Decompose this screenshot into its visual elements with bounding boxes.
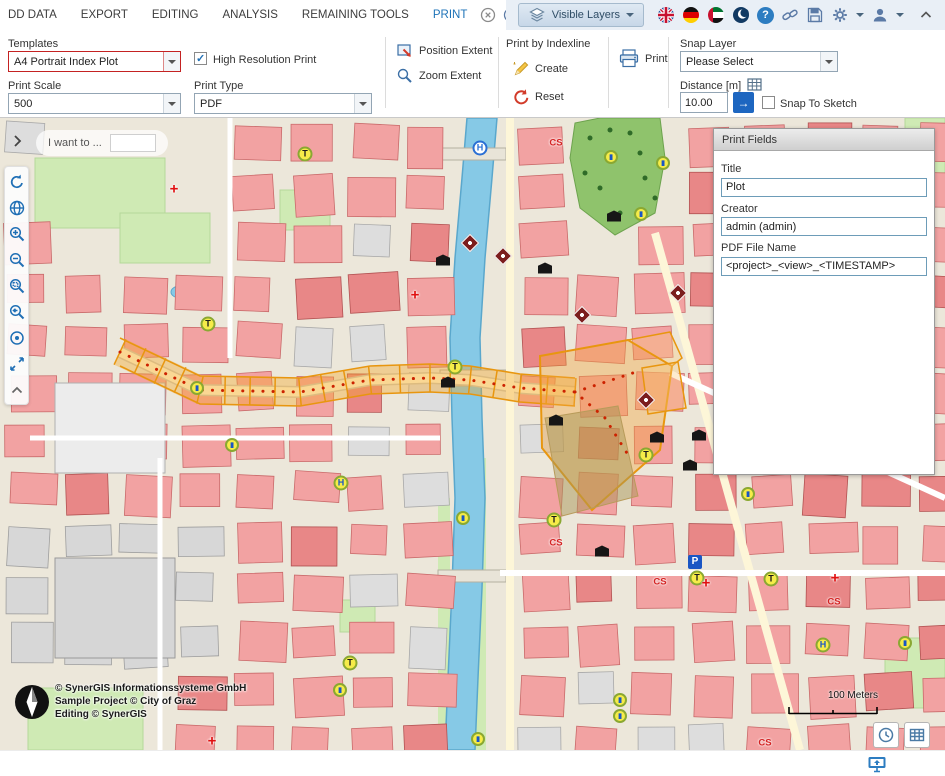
tab-remaining-tools[interactable]: REMAINING TOOLS — [302, 9, 409, 21]
user-icon[interactable] — [871, 6, 889, 24]
title-input[interactable] — [721, 178, 927, 197]
full-extent-icon[interactable] — [7, 354, 26, 373]
user-caret-icon — [896, 13, 904, 21]
gear-icon[interactable] — [831, 6, 849, 24]
scale-bar-label: 100 Meters — [788, 690, 878, 701]
snap-layer-label: Snap Layer — [680, 38, 736, 50]
visible-layers-label: Visible Layers — [552, 9, 620, 21]
position-extent-icon — [396, 42, 414, 60]
print-type-select-arrow[interactable] — [354, 94, 371, 113]
topbar-right-cluster: Visible Layers ? — [506, 0, 945, 30]
high-resolution-label: High Resolution Print — [213, 54, 316, 66]
compass-icon[interactable] — [13, 683, 51, 721]
pdf-file-name-input[interactable] — [721, 257, 927, 276]
zoom-in-icon[interactable] — [7, 224, 26, 243]
arrow-right-icon: → — [738, 96, 750, 110]
zoom-previous-icon[interactable] — [7, 302, 26, 321]
distance-label: Distance [m] — [680, 80, 741, 92]
reset-icon — [512, 88, 530, 106]
zoom-out-icon[interactable] — [7, 250, 26, 269]
create-sketch-icon — [512, 60, 530, 78]
pdf-file-name-label: PDF File Name — [721, 242, 927, 254]
help-icon[interactable]: ? — [757, 7, 774, 24]
snap-layer-select-arrow[interactable] — [820, 52, 837, 71]
map-attribution: © SynerGIS Informationssysteme GmbH Samp… — [55, 682, 246, 721]
bottom-strip — [0, 750, 945, 776]
ribbon-divider — [498, 37, 499, 108]
snap-to-sketch-label: Snap To Sketch — [780, 98, 857, 110]
ribbon-divider — [385, 37, 386, 108]
chevron-right-icon — [8, 132, 26, 150]
print-ribbon: Templates A4 Portrait Index Plot Print S… — [0, 30, 945, 118]
gear-caret-icon — [856, 13, 864, 21]
map-corner-buttons — [873, 722, 930, 748]
tab-dd-data[interactable]: DD DATA — [8, 9, 57, 21]
flag-uae-icon[interactable] — [707, 6, 725, 24]
print-type-select[interactable]: PDF — [194, 93, 372, 114]
print-fields-header[interactable]: Print Fields — [714, 129, 934, 151]
creator-input[interactable] — [721, 217, 927, 236]
print-scale-select-arrow[interactable] — [163, 94, 180, 113]
dark-mode-moon-icon[interactable] — [732, 6, 750, 24]
print-scale-select[interactable]: 500 — [8, 93, 181, 114]
collapse-ribbon-icon[interactable] — [917, 6, 935, 24]
templates-select-arrow[interactable] — [163, 52, 180, 71]
creator-label: Creator — [721, 203, 927, 215]
print-by-indexline-label: Print by Indexline — [506, 38, 590, 50]
zoom-extent-icon — [396, 67, 414, 85]
scale-bar: 100 Meters — [788, 690, 878, 720]
create-indexline-button[interactable]: Create — [512, 60, 568, 78]
distance-grid-icon[interactable] — [747, 78, 762, 93]
attribute-table-button[interactable] — [904, 722, 930, 748]
print-fields-panel: Print Fields Title Creator PDF File Name — [713, 128, 935, 475]
collapse-toolbar-icon[interactable] — [7, 380, 26, 399]
tab-analysis[interactable]: ANALYSIS — [223, 9, 278, 21]
refresh-icon[interactable] — [7, 172, 26, 191]
print-button[interactable]: Print — [618, 48, 668, 70]
top-menubar: DD DATA EXPORT EDITING ANALYSIS REMAINING TO… — [0, 0, 945, 30]
map-toolbar — [4, 166, 29, 405]
menu-tabs: DD DATA EXPORT EDITING ANALYSIS REMAINING TO… — [0, 9, 467, 21]
layers-icon — [528, 6, 546, 24]
print-scale-label: Print Scale — [8, 80, 61, 92]
link-icon[interactable] — [781, 6, 799, 24]
flag-germany-icon[interactable] — [682, 6, 700, 24]
i-want-to-widget[interactable]: I want to ... — [36, 130, 168, 156]
globe-icon[interactable] — [7, 198, 26, 217]
tab-export[interactable]: EXPORT — [81, 9, 128, 21]
save-icon[interactable] — [806, 6, 824, 24]
snap-layer-select[interactable]: Please Select — [680, 51, 838, 72]
close-tab-icon[interactable] — [479, 6, 497, 24]
time-slider-button[interactable] — [873, 722, 899, 748]
visible-layers-button[interactable]: Visible Layers — [518, 3, 644, 27]
ribbon-divider — [608, 37, 609, 108]
i-want-to-label: I want to ... — [48, 137, 102, 149]
i-want-to-input[interactable] — [110, 134, 156, 152]
tab-print[interactable]: PRINT — [433, 9, 468, 21]
snap-to-sketch-checkbox[interactable] — [762, 96, 775, 109]
high-resolution-checkbox[interactable] — [194, 52, 207, 65]
map-container: TTTTTTTTHHH▮▮▮▮▮▮▮▮▮▮▮▮+++++PCSCSCSCSCS … — [0, 118, 945, 750]
zoom-window-icon[interactable] — [7, 276, 26, 295]
ribbon-divider — [668, 37, 669, 108]
print-type-label: Print Type — [194, 80, 243, 92]
distance-input[interactable] — [680, 92, 728, 113]
title-label: Title — [721, 163, 927, 175]
station-building — [55, 383, 165, 473]
reset-indexline-button[interactable]: Reset — [512, 88, 564, 106]
center-map-icon[interactable] — [7, 328, 26, 347]
tab-editing[interactable]: EDITING — [152, 9, 199, 21]
apply-distance-button[interactable]: → — [733, 92, 754, 113]
templates-label: Templates — [8, 38, 58, 50]
flag-uk-icon[interactable] — [657, 6, 675, 24]
templates-select[interactable]: A4 Portrait Index Plot — [8, 51, 181, 72]
printer-icon — [618, 48, 640, 70]
chevron-down-icon — [626, 13, 634, 21]
position-extent-button[interactable]: Position Extent — [396, 42, 492, 60]
gray-complex — [55, 558, 175, 658]
screen-share-icon[interactable] — [867, 754, 887, 774]
expand-panel-button[interactable] — [8, 132, 26, 150]
zoom-extent-button[interactable]: Zoom Extent — [396, 67, 481, 85]
